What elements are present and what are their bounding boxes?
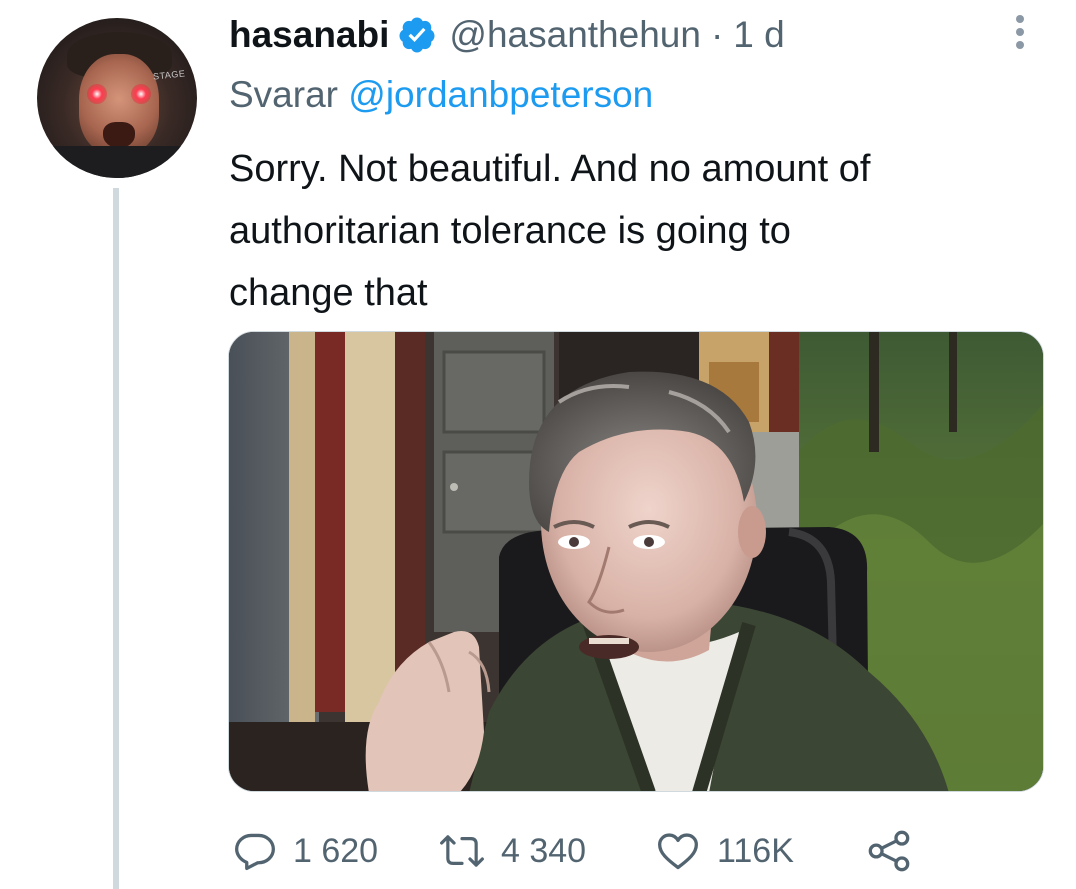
timestamp[interactable]: 1 d <box>733 14 784 56</box>
display-name[interactable]: hasanabi <box>229 14 389 56</box>
avatar-background-sign: STAGE <box>152 68 186 82</box>
avatar-shirt <box>37 146 197 178</box>
share-icon <box>865 829 913 873</box>
tweet-header: hasanabi @hasanthehun · 1 d <box>229 10 785 60</box>
avatar-glowing-eye-left <box>87 84 107 104</box>
heart-icon <box>655 829 701 873</box>
avatar-mouth <box>103 122 135 148</box>
verified-badge-icon <box>397 15 437 55</box>
retweet-icon <box>439 829 485 873</box>
like-count: 116K <box>717 831 794 870</box>
share-button[interactable] <box>865 826 913 876</box>
separator-dot: · <box>710 14 724 55</box>
avatar[interactable]: STAGE <box>37 18 197 178</box>
more-vertical-icon[interactable] <box>1010 12 1030 52</box>
retweet-count: 4 340 <box>501 831 587 870</box>
tweet-text-line: authoritarian tolerance is going to <box>229 210 791 252</box>
tweet-text-line: Sorry. Not beautiful. And no amount of <box>229 148 871 190</box>
reply-mention-link[interactable]: @jordanbpeterson <box>348 74 653 115</box>
tweet-text-line: change that <box>229 272 428 314</box>
tweet: STAGE hasanabi @hasanthehun · 1 d Svarar… <box>0 0 1076 889</box>
reply-icon <box>233 829 277 873</box>
reply-count: 1 620 <box>293 831 379 870</box>
retweet-button[interactable]: 4 340 <box>439 826 586 876</box>
tweet-video-thumbnail[interactable] <box>228 331 1044 792</box>
reply-prefix: Svarar <box>229 74 338 115</box>
tweet-actions: 1 620 4 340 116K <box>233 826 933 876</box>
tweet-text: Sorry. Not beautiful. And no amount of a… <box>229 138 1029 324</box>
thread-line <box>113 188 119 889</box>
avatar-glowing-eye-right <box>131 84 151 104</box>
handle[interactable]: @hasanthehun <box>449 14 701 56</box>
reply-button[interactable]: 1 620 <box>233 826 378 876</box>
replying-to: Svarar @jordanbpeterson <box>229 74 653 116</box>
like-button[interactable]: 116K <box>655 826 794 876</box>
